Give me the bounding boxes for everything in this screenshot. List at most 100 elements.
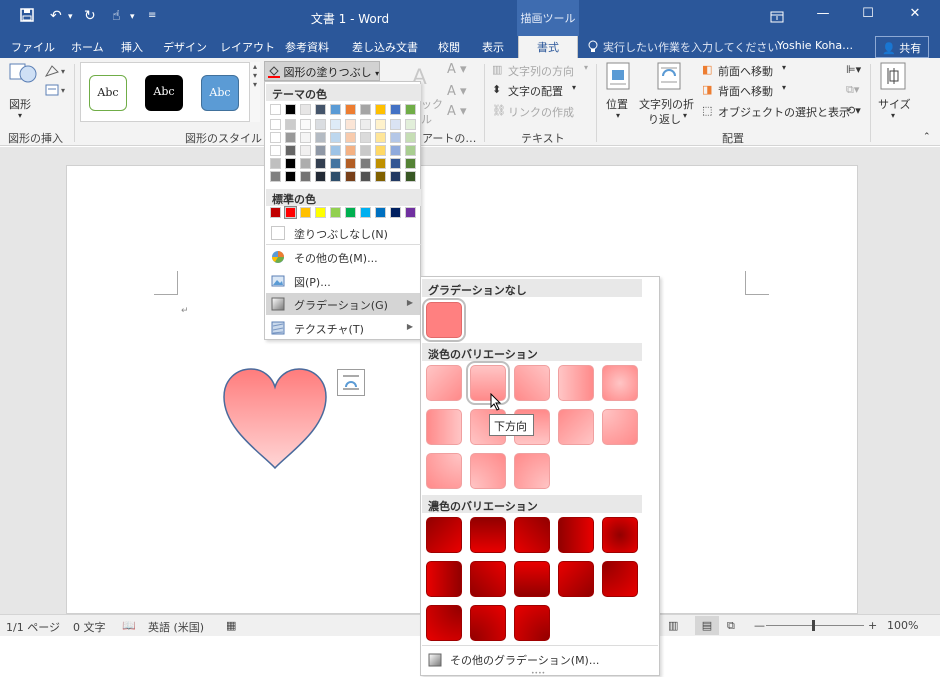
zoom-out-button[interactable]: — xyxy=(754,619,765,632)
bring-forward-dropdown-icon[interactable]: ▾ xyxy=(782,63,786,72)
dark-gradient-swatch[interactable] xyxy=(602,517,638,553)
theme-color-swatch[interactable] xyxy=(390,104,401,115)
text-direction-button[interactable]: 文字列の方向 xyxy=(508,63,574,79)
dark-gradient-swatch[interactable] xyxy=(470,517,506,553)
tab-file[interactable]: ファイル xyxy=(11,39,55,55)
dark-gradient-swatch[interactable] xyxy=(514,517,550,553)
theme-color-swatch[interactable] xyxy=(300,119,311,130)
theme-color-swatch[interactable] xyxy=(300,145,311,156)
shapes-label[interactable]: 図形 xyxy=(9,96,31,112)
shapes-dropdown-icon[interactable]: ▾ xyxy=(18,111,22,120)
text-direction-dropdown-icon[interactable]: ▾ xyxy=(584,63,588,72)
theme-color-swatch[interactable] xyxy=(270,119,281,130)
standard-color-swatch[interactable] xyxy=(315,207,326,218)
style-swatch-blue[interactable]: Abc xyxy=(201,75,239,111)
more-colors-menu-item[interactable]: その他の色(M)... xyxy=(266,246,421,268)
send-backward-dropdown-icon[interactable]: ▾ xyxy=(782,83,786,92)
theme-color-swatch[interactable] xyxy=(330,171,341,182)
theme-color-swatch[interactable] xyxy=(360,145,371,156)
theme-color-swatch[interactable] xyxy=(405,104,416,115)
rotate-icon[interactable]: ⟲▾ xyxy=(846,104,861,117)
minimize-button[interactable]: — xyxy=(808,6,838,28)
gradient-menu-item[interactable]: グラデーション(G) ▶ xyxy=(266,293,421,315)
theme-color-swatch[interactable] xyxy=(285,171,296,182)
theme-color-swatch[interactable] xyxy=(285,104,296,115)
light-gradient-swatch[interactable] xyxy=(602,409,638,445)
light-gradient-swatch[interactable] xyxy=(470,453,506,489)
print-layout-icon[interactable]: ▤ xyxy=(695,616,719,635)
tell-me-search[interactable]: 実行したい作業を入力してください xyxy=(603,39,778,55)
size-dropdown-icon[interactable]: ▾ xyxy=(891,111,895,120)
light-gradient-swatch[interactable] xyxy=(426,365,462,401)
tab-layout[interactable]: レイアウト xyxy=(220,39,275,55)
standard-color-swatch[interactable] xyxy=(360,207,371,218)
tab-format[interactable]: 書式 xyxy=(518,36,578,58)
standard-color-swatch[interactable] xyxy=(270,207,281,218)
dark-gradient-swatch[interactable] xyxy=(558,517,594,553)
shapes-icon[interactable] xyxy=(8,61,38,92)
gallery-scroll[interactable]: ▴ ▾ ▾ xyxy=(249,62,260,122)
theme-color-swatch[interactable] xyxy=(330,132,341,143)
theme-color-swatch[interactable] xyxy=(360,132,371,143)
standard-color-swatch[interactable] xyxy=(300,207,311,218)
dark-gradient-swatch[interactable] xyxy=(514,605,550,641)
theme-color-swatch[interactable] xyxy=(300,158,311,169)
web-layout-icon[interactable]: ⧉ xyxy=(727,619,735,633)
wrap-text-button-line-2[interactable]: り返し xyxy=(648,111,681,127)
theme-color-swatch[interactable] xyxy=(390,119,401,130)
theme-color-swatch[interactable] xyxy=(315,119,326,130)
standard-color-swatch[interactable] xyxy=(405,207,416,218)
layout-options-icon[interactable] xyxy=(337,369,365,396)
light-gradient-swatch[interactable] xyxy=(514,365,550,401)
tab-home[interactable]: ホーム xyxy=(71,39,104,55)
text-fill-icon[interactable]: A ▾ xyxy=(447,62,467,77)
size-button[interactable]: サイズ xyxy=(878,96,911,112)
dark-gradient-swatch[interactable] xyxy=(470,605,506,641)
text-outline-icon[interactable]: A ▾ xyxy=(447,84,467,99)
close-button[interactable]: ✕ xyxy=(900,6,930,28)
theme-color-swatch[interactable] xyxy=(390,145,401,156)
page-count[interactable]: 1/1 ページ xyxy=(6,619,60,635)
theme-color-swatch[interactable] xyxy=(285,158,296,169)
theme-color-swatch[interactable] xyxy=(315,158,326,169)
wrap-text-button[interactable]: 文字列の折 xyxy=(639,96,694,112)
bring-forward-icon[interactable]: ◧ xyxy=(702,63,712,76)
shape-style-gallery[interactable]: Abc Abc Abc xyxy=(80,62,260,122)
theme-color-swatch[interactable] xyxy=(405,145,416,156)
wrap-text-dropdown-icon[interactable]: ▾ xyxy=(683,111,687,120)
style-swatch-outline-green[interactable]: Abc xyxy=(89,75,127,111)
theme-color-swatch[interactable] xyxy=(270,145,281,156)
light-gradient-swatch[interactable] xyxy=(602,365,638,401)
read-mode-icon[interactable]: ▥ xyxy=(668,619,678,632)
theme-color-swatch[interactable] xyxy=(360,171,371,182)
theme-color-swatch[interactable] xyxy=(285,145,296,156)
theme-color-swatch[interactable] xyxy=(345,145,356,156)
align-objects-icon[interactable]: ⊫▾ xyxy=(846,63,861,76)
texture-menu-item[interactable]: テクスチャ(T) ▶ xyxy=(266,317,421,339)
send-backward-button[interactable]: 背面へ移動 xyxy=(718,83,773,99)
theme-color-swatch[interactable] xyxy=(285,119,296,130)
theme-color-swatch[interactable] xyxy=(300,171,311,182)
theme-color-swatch[interactable] xyxy=(405,158,416,169)
heart-shape[interactable] xyxy=(221,367,329,471)
light-gradient-swatch[interactable] xyxy=(558,365,594,401)
theme-color-swatch[interactable] xyxy=(345,119,356,130)
selection-pane-button[interactable]: オブジェクトの選択と表示 xyxy=(718,104,850,120)
tab-mailings[interactable]: 差し込み文書 xyxy=(352,39,418,55)
zoom-slider-thumb[interactable] xyxy=(812,620,815,631)
theme-color-swatch[interactable] xyxy=(345,158,356,169)
dark-gradient-swatch[interactable] xyxy=(602,561,638,597)
theme-color-swatch[interactable] xyxy=(390,158,401,169)
zoom-level[interactable]: 100% xyxy=(887,619,918,632)
standard-color-swatch[interactable] xyxy=(345,207,356,218)
theme-color-swatch[interactable] xyxy=(270,158,281,169)
theme-color-swatch[interactable] xyxy=(345,171,356,182)
zoom-slider[interactable] xyxy=(766,625,864,626)
theme-color-swatch[interactable] xyxy=(360,104,371,115)
picture-fill-menu-item[interactable]: 図(P)... xyxy=(266,270,421,292)
dark-gradient-swatch[interactable] xyxy=(426,605,462,641)
theme-color-swatch[interactable] xyxy=(360,119,371,130)
theme-color-swatch[interactable] xyxy=(315,104,326,115)
theme-color-swatch[interactable] xyxy=(330,158,341,169)
standard-color-swatch[interactable] xyxy=(330,207,341,218)
